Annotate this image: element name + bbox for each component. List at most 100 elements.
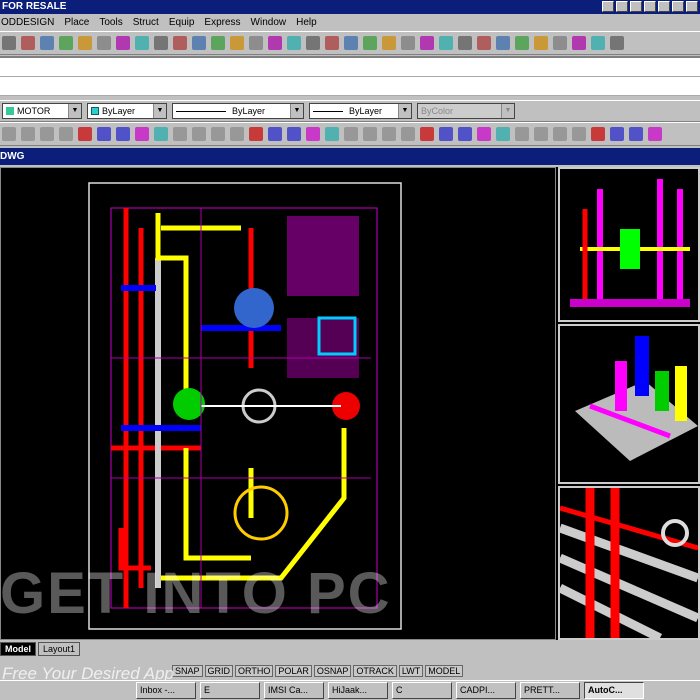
toolbar-button[interactable] (515, 36, 529, 50)
toolbar-button[interactable] (59, 36, 73, 50)
toolbar-button[interactable] (458, 127, 472, 141)
menu-tools[interactable]: Tools (99, 14, 122, 31)
toolbar-button[interactable] (97, 36, 111, 50)
task-autocad[interactable]: AutoC... (584, 682, 644, 699)
toolbar-button[interactable] (477, 127, 491, 141)
toolbar-button[interactable] (591, 127, 605, 141)
toolbar-button[interactable] (116, 36, 130, 50)
toolbar-button[interactable] (40, 127, 54, 141)
toolbar-button[interactable] (268, 36, 282, 50)
minimize-button[interactable] (658, 1, 670, 12)
status-model[interactable]: MODEL (425, 664, 464, 677)
toolbar-button[interactable] (553, 36, 567, 50)
task-cadpi[interactable]: CADPI... (456, 682, 516, 699)
layer-select[interactable]: MOTOR ▼ (2, 103, 82, 119)
command-line[interactable] (0, 56, 700, 96)
toolbar-button[interactable] (192, 127, 206, 141)
toolbar-button[interactable] (648, 127, 662, 141)
toolbar-button[interactable] (363, 36, 377, 50)
toolbar-button[interactable] (230, 127, 244, 141)
toolbar-button[interactable] (2, 36, 16, 50)
toolbar-button[interactable] (644, 1, 656, 12)
menu-struct[interactable]: Struct (133, 14, 159, 31)
menu-oddesign[interactable]: ODDESIGN (1, 14, 54, 31)
task-hijaak[interactable]: HiJaak... (328, 682, 388, 699)
toolbar-button[interactable] (2, 127, 16, 141)
toolbar-button[interactable] (630, 1, 642, 12)
toolbar-button[interactable] (515, 127, 529, 141)
viewport-3d-iso[interactable] (558, 324, 700, 484)
maximize-button[interactable] (672, 1, 684, 12)
toolbar-button[interactable] (591, 36, 605, 50)
status-polar[interactable]: POLAR (275, 664, 312, 677)
toolbar-button[interactable] (78, 127, 92, 141)
toolbar-button[interactable] (534, 127, 548, 141)
task-inbox[interactable]: Inbox -... (136, 682, 196, 699)
toolbar-button[interactable] (629, 127, 643, 141)
toolbar-button[interactable] (602, 1, 614, 12)
toolbar-button[interactable] (59, 127, 73, 141)
toolbar-button[interactable] (306, 36, 320, 50)
toolbar-button[interactable] (230, 36, 244, 50)
toolbar-button[interactable] (154, 127, 168, 141)
task-c[interactable]: C (392, 682, 452, 699)
toolbar-button[interactable] (401, 36, 415, 50)
status-osnap[interactable]: OSNAP (313, 664, 352, 677)
status-otrack[interactable]: OTRACK (353, 664, 397, 677)
menu-express[interactable]: Express (204, 14, 240, 31)
toolbar-button[interactable] (116, 127, 130, 141)
toolbar-button[interactable] (78, 36, 92, 50)
toolbar-button[interactable] (173, 36, 187, 50)
viewport-3d-detail[interactable] (557, 486, 700, 643)
toolbar-button[interactable] (496, 127, 510, 141)
status-ortho[interactable]: ORTHO (235, 664, 274, 677)
toolbar-button[interactable] (211, 127, 225, 141)
toolbar-button[interactable] (534, 36, 548, 50)
toolbar-button[interactable] (97, 127, 111, 141)
toolbar-button[interactable] (325, 127, 339, 141)
toolbar-button[interactable] (211, 36, 225, 50)
toolbar-button[interactable] (40, 36, 54, 50)
toolbar-button[interactable] (439, 36, 453, 50)
close-button[interactable] (686, 1, 698, 12)
toolbar-button[interactable] (154, 36, 168, 50)
toolbar-button[interactable] (572, 127, 586, 141)
status-grid[interactable]: GRID (204, 664, 234, 677)
toolbar-button[interactable] (363, 127, 377, 141)
toolbar-button[interactable] (344, 127, 358, 141)
status-lwt[interactable]: LWT (398, 664, 424, 677)
toolbar-button[interactable] (287, 36, 301, 50)
menu-help[interactable]: Help (296, 14, 317, 31)
color-select[interactable]: ByLayer ▼ (87, 103, 167, 119)
viewport-3d-elevation[interactable] (558, 167, 700, 322)
toolbar-button[interactable] (610, 36, 624, 50)
lineweight-select[interactable]: ByLayer ▼ (309, 103, 412, 119)
toolbar-button[interactable] (325, 36, 339, 50)
toolbar-button[interactable] (572, 36, 586, 50)
tab-model[interactable]: Model (0, 642, 36, 656)
task-prett[interactable]: PRETT... (520, 682, 580, 699)
toolbar-button[interactable] (610, 127, 624, 141)
plotstyle-select[interactable]: ByColor ▼ (417, 103, 515, 119)
toolbar-button[interactable] (135, 127, 149, 141)
toolbar-button[interactable] (344, 36, 358, 50)
toolbar-button[interactable] (496, 36, 510, 50)
toolbar-button[interactable] (382, 36, 396, 50)
task-imsi[interactable]: IMSI Ca... (264, 682, 324, 699)
menu-equip[interactable]: Equip (169, 14, 195, 31)
toolbar-button[interactable] (21, 36, 35, 50)
toolbar-button[interactable] (249, 127, 263, 141)
menu-place[interactable]: Place (64, 14, 89, 31)
task-e[interactable]: E (200, 682, 260, 699)
tab-layout1[interactable]: Layout1 (38, 642, 81, 656)
toolbar-button[interactable] (306, 127, 320, 141)
toolbar-button[interactable] (21, 127, 35, 141)
toolbar-button[interactable] (401, 127, 415, 141)
toolbar-button[interactable] (249, 36, 263, 50)
toolbar-button[interactable] (287, 127, 301, 141)
toolbar-button[interactable] (135, 36, 149, 50)
toolbar-button[interactable] (439, 127, 453, 141)
linetype-select[interactable]: ByLayer ▼ (172, 103, 304, 119)
toolbar-button[interactable] (420, 127, 434, 141)
toolbar-button[interactable] (192, 36, 206, 50)
